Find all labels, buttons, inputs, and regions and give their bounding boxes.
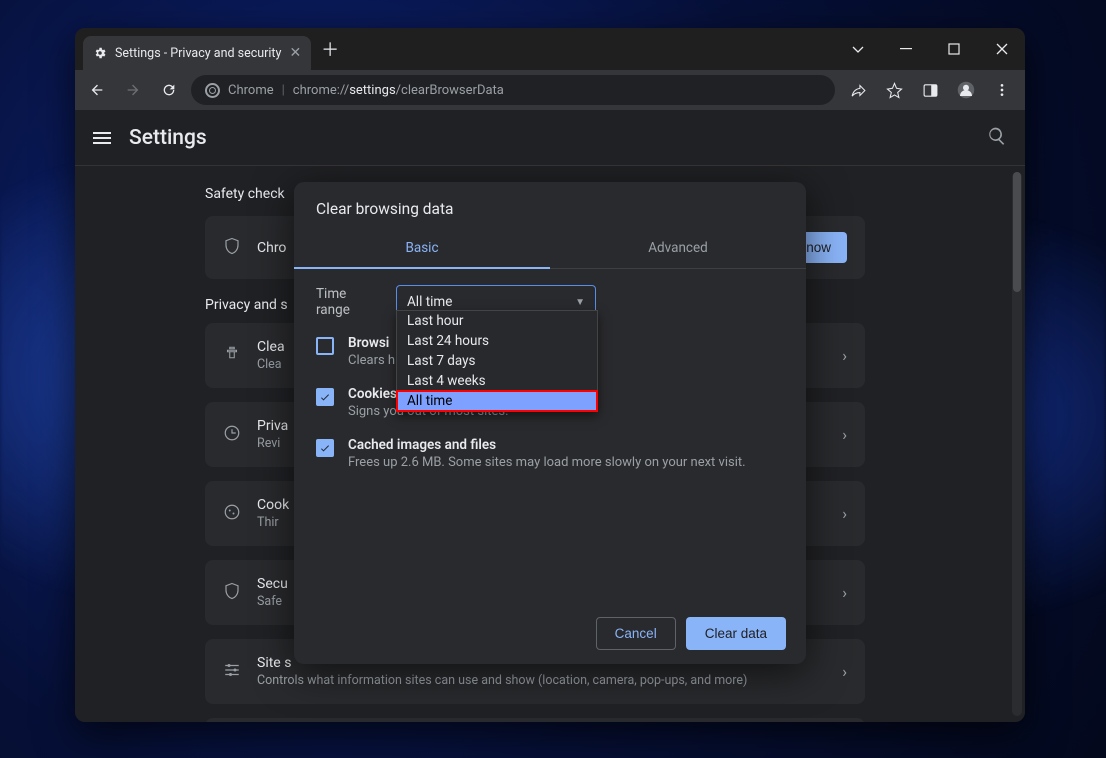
forward-button[interactable] bbox=[119, 76, 147, 104]
browser-tab[interactable]: Settings - Privacy and security ✕ bbox=[83, 36, 311, 70]
tab-title: Settings - Privacy and security bbox=[115, 46, 281, 61]
dropdown-option[interactable]: Last 24 hours bbox=[397, 331, 597, 351]
dropdown-option[interactable]: All time bbox=[397, 391, 597, 411]
panel-icon[interactable] bbox=[915, 75, 945, 105]
url-separator: | bbox=[282, 83, 285, 98]
browser-toolbar: Chrome | chrome://settings/clearBrowserD… bbox=[75, 70, 1025, 110]
dropdown-option[interactable]: Last hour bbox=[397, 311, 597, 331]
url-prefix: chrome:// bbox=[293, 83, 349, 98]
back-button[interactable] bbox=[83, 76, 111, 104]
scrollbar[interactable] bbox=[1012, 172, 1022, 716]
checkbox[interactable] bbox=[316, 388, 334, 406]
dialog-overlay: Clear browsing data Basic Advanced Time … bbox=[75, 166, 1025, 722]
cancel-button[interactable]: Cancel bbox=[596, 617, 676, 650]
time-range-dropdown: Last hourLast 24 hoursLast 7 daysLast 4 … bbox=[396, 310, 598, 412]
titlebar: Settings - Privacy and security ✕ ＋ bbox=[75, 28, 1025, 70]
dropdown-option[interactable]: Last 4 weeks bbox=[397, 371, 597, 391]
clear-data-button[interactable]: Clear data bbox=[686, 617, 786, 650]
tab-search-button[interactable] bbox=[835, 28, 881, 70]
new-tab-button[interactable]: ＋ bbox=[311, 36, 349, 62]
time-range-label: Time range bbox=[316, 286, 382, 318]
option-title: Browsi bbox=[348, 335, 395, 351]
settings-search-icon[interactable] bbox=[987, 126, 1007, 150]
scrollbar-thumb[interactable] bbox=[1013, 172, 1021, 292]
gear-icon bbox=[93, 46, 107, 60]
clear-browsing-data-dialog: Clear browsing data Basic Advanced Time … bbox=[294, 182, 806, 664]
dropdown-option[interactable]: Last 7 days bbox=[397, 351, 597, 371]
profile-icon[interactable] bbox=[951, 75, 981, 105]
option-subtitle: Frees up 2.6 MB. Some sites may load mor… bbox=[348, 455, 746, 470]
bookmark-icon[interactable] bbox=[879, 75, 909, 105]
window-minimize-button[interactable] bbox=[883, 28, 929, 70]
time-range-value: All time bbox=[407, 294, 452, 310]
checkbox[interactable] bbox=[316, 337, 334, 355]
option-title: Cached images and files bbox=[348, 437, 746, 453]
page-title: Settings bbox=[129, 126, 207, 150]
url-scheme-label: Chrome bbox=[228, 83, 274, 98]
window-maximize-button[interactable] bbox=[931, 28, 977, 70]
dialog-tabs: Basic Advanced bbox=[294, 228, 806, 269]
url-path: /clearBrowserData bbox=[396, 83, 504, 98]
url-host: settings bbox=[349, 83, 395, 98]
option-subtitle: Clears h bbox=[348, 353, 395, 368]
menu-icon[interactable] bbox=[93, 132, 111, 144]
reload-button[interactable] bbox=[155, 76, 183, 104]
checkbox[interactable] bbox=[316, 439, 334, 457]
overflow-menu-icon[interactable] bbox=[987, 75, 1017, 105]
tab-close-icon[interactable]: ✕ bbox=[289, 45, 301, 61]
chrome-icon bbox=[205, 83, 220, 98]
dialog-title: Clear browsing data bbox=[294, 182, 806, 228]
tab-advanced[interactable]: Advanced bbox=[550, 228, 806, 268]
browser-window: Settings - Privacy and security ✕ ＋ Chro… bbox=[75, 28, 1025, 722]
clear-option-row: Cached images and files Frees up 2.6 MB. … bbox=[316, 437, 784, 470]
tab-basic[interactable]: Basic bbox=[294, 228, 550, 268]
window-close-button[interactable] bbox=[979, 28, 1025, 70]
settings-header: Settings bbox=[75, 110, 1025, 166]
chevron-down-icon: ▼ bbox=[575, 297, 585, 308]
settings-content: Safety check Chro eck now Privacy and s … bbox=[75, 166, 1025, 722]
address-bar[interactable]: Chrome | chrome://settings/clearBrowserD… bbox=[191, 75, 835, 105]
share-icon[interactable] bbox=[843, 75, 873, 105]
